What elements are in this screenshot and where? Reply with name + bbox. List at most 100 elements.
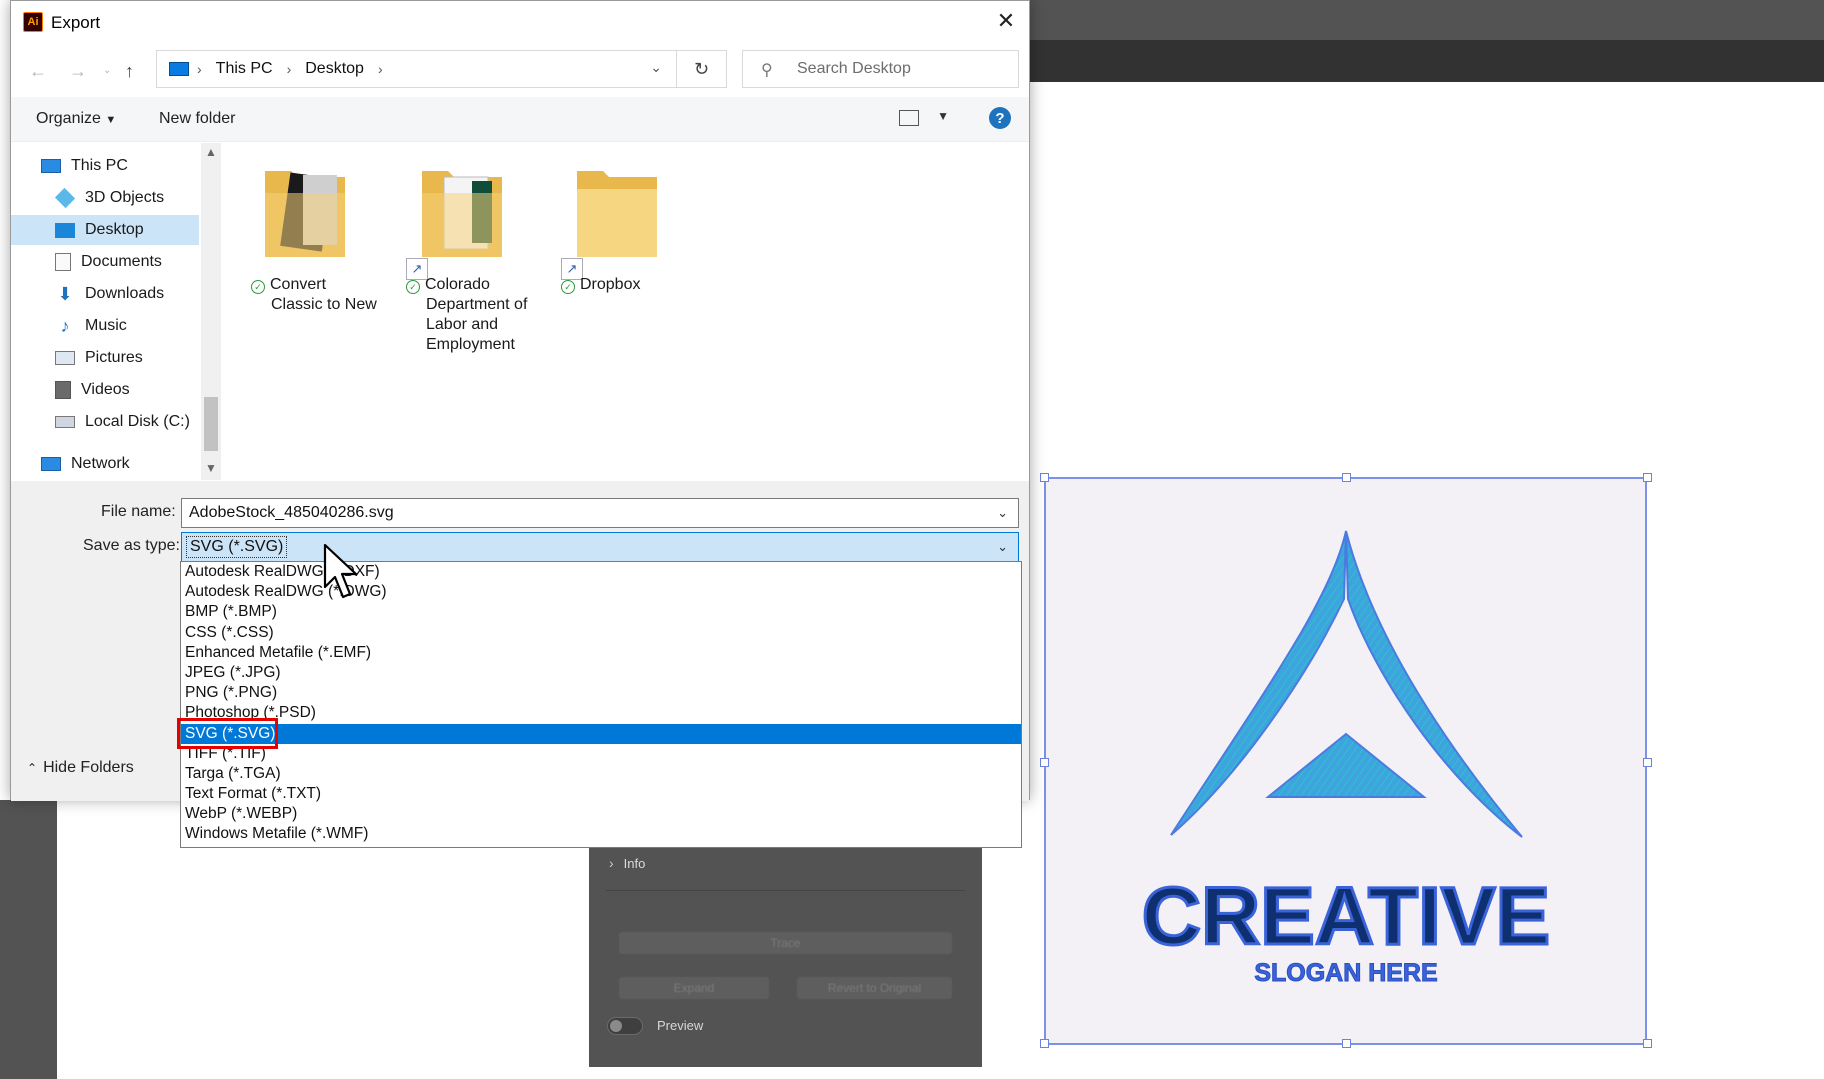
back-arrow-icon[interactable]: ← (29, 61, 47, 82)
illustrator-toolbar (0, 800, 57, 1079)
resize-handle[interactable] (1040, 473, 1049, 482)
nav-item-pictures[interactable]: Pictures (11, 343, 199, 373)
save-type-option[interactable]: Photoshop (*.PSD) (181, 703, 1021, 723)
hide-folders-label: Hide Folders (43, 759, 134, 776)
mouse-cursor-icon (323, 543, 358, 599)
preview-label: Preview (657, 1018, 704, 1033)
nav-item-music[interactable]: ♪ Music (11, 311, 199, 341)
preview-toggle[interactable] (607, 1017, 643, 1035)
search-input[interactable]: ⚲ Search Desktop (742, 50, 1019, 88)
downloads-icon: ⬇ (57, 284, 73, 304)
save-type-option[interactable]: Targa (*.TGA) (181, 764, 1021, 784)
forward-arrow-icon[interactable]: → (69, 61, 87, 82)
nav-item-this-pc[interactable]: This PC (11, 151, 199, 181)
folder-icon (577, 171, 657, 257)
organize-label: Organize (36, 110, 101, 127)
chevron-down-icon[interactable]: ⌄ (997, 505, 1008, 521)
nav-item-3d-objects[interactable]: 3D Objects (11, 183, 199, 213)
folder-item[interactable]: ✓ Convert Classic to New (251, 163, 391, 313)
resize-handle[interactable] (1342, 1039, 1351, 1048)
folder-item[interactable]: ↗ ✓ Colorado Department of Labor and Employm… (406, 163, 546, 353)
save-type-select[interactable]: SVG (*.SVG) ⌄ (181, 532, 1019, 562)
file-name-label: File name: (101, 503, 176, 520)
nav-label: Documents (81, 253, 162, 270)
search-icon: ⚲ (761, 62, 773, 79)
save-type-option[interactable]: Enhanced Metafile (*.EMF) (181, 643, 1021, 663)
breadcrumb-this-pc[interactable]: This PC (216, 60, 273, 78)
nav-item-desktop[interactable]: Desktop (11, 215, 199, 245)
save-type-option[interactable]: TIFF (*.TIF) (181, 744, 1021, 764)
nav-label: Videos (81, 381, 130, 398)
network-icon (41, 457, 61, 471)
navigation-pane: This PC 3D Objects Desktop Documents ⬇ D… (11, 143, 221, 480)
breadcrumb-desktop[interactable]: Desktop (305, 60, 364, 78)
scrollbar-thumb[interactable] (204, 397, 218, 451)
nav-label: Downloads (85, 285, 165, 302)
nav-label: Network (71, 455, 130, 472)
info-section-header[interactable]: › Info (609, 855, 645, 871)
nav-item-downloads[interactable]: ⬇ Downloads (11, 279, 199, 309)
save-type-option[interactable]: Autodesk RealDWG (*.DXF) (181, 562, 1021, 582)
nav-label: 3D Objects (85, 189, 165, 206)
organize-button[interactable]: Organize ▼ (36, 110, 116, 128)
logo-artwork: CREATIVE SLOGAN HERE (1140, 530, 1552, 988)
nav-scrollbar[interactable]: ▲ ▼ (201, 143, 221, 480)
folder-item[interactable]: ↗ ✓ Dropbox (561, 163, 701, 313)
illustrator-control-bar (1030, 40, 1824, 82)
save-type-option[interactable]: WebP (*.WEBP) (181, 804, 1021, 824)
videos-icon (55, 381, 71, 399)
nav-item-network[interactable]: Network (11, 449, 199, 479)
nav-item-local-disk[interactable]: Local Disk (C:) (11, 407, 199, 437)
nav-label: This PC (71, 157, 128, 174)
trace-button[interactable]: Trace (619, 932, 952, 954)
save-type-option[interactable]: SVG (*.SVG) (181, 723, 1021, 744)
caret-down-icon[interactable]: ▼ (937, 109, 949, 123)
save-type-option[interactable]: PNG (*.PNG) (181, 683, 1021, 703)
nav-label: Music (85, 317, 127, 334)
chevron-down-icon[interactable]: ⌄ (650, 59, 662, 76)
file-name-input[interactable]: AdobeStock_485040286.svg ⌄ (181, 498, 1019, 528)
refresh-button[interactable]: ↻ (676, 51, 726, 87)
nav-item-documents[interactable]: Documents (11, 247, 199, 277)
up-arrow-icon[interactable]: ↑ (125, 61, 134, 82)
panel-divider (606, 890, 965, 891)
expand-button[interactable]: Expand (619, 977, 769, 999)
new-folder-button[interactable]: New folder (159, 110, 235, 128)
close-button[interactable]: ✕ (983, 1, 1029, 41)
logo-title: CREATIVE (1142, 871, 1551, 962)
chevron-down-icon[interactable]: ▼ (205, 461, 217, 475)
resize-handle[interactable] (1040, 1039, 1049, 1048)
address-bar[interactable]: › This PC › Desktop › ⌄ ↻ (156, 50, 727, 88)
pictures-icon (55, 351, 75, 365)
navigation-bar: ← → ⌄ ↑ › This PC › Desktop › ⌄ ↻ ⚲ Sear… (11, 43, 1029, 95)
selected-artwork[interactable]: CREATIVE SLOGAN HERE (1040, 473, 1652, 1048)
chevron-up-icon[interactable]: ▲ (205, 145, 217, 159)
save-type-option[interactable]: Windows Metafile (*.WMF) (181, 824, 1021, 844)
view-options-icon[interactable] (899, 110, 919, 126)
save-type-option[interactable]: Autodesk RealDWG (*.DWG) (181, 582, 1021, 602)
hide-folders-button[interactable]: ⌃ Hide Folders (27, 759, 134, 777)
folder-label: ✓ Dropbox (561, 275, 640, 295)
resize-handle[interactable] (1040, 758, 1049, 767)
save-type-value: SVG (*.SVG) (186, 536, 288, 558)
save-type-option[interactable]: CSS (*.CSS) (181, 623, 1021, 643)
chevron-right-icon: › (286, 61, 292, 77)
nav-item-videos[interactable]: Videos (11, 375, 199, 405)
save-type-option[interactable]: BMP (*.BMP) (181, 602, 1021, 622)
resize-handle[interactable] (1342, 473, 1351, 482)
save-type-option[interactable]: JPEG (*.JPG) (181, 663, 1021, 683)
chevron-down-icon[interactable]: ⌄ (997, 539, 1008, 555)
illustrator-app-icon: Ai (23, 12, 43, 32)
resize-handle[interactable] (1643, 1039, 1652, 1048)
this-pc-icon (169, 62, 189, 76)
caret-down-icon: ▼ (105, 114, 117, 126)
resize-handle[interactable] (1643, 758, 1652, 767)
help-icon[interactable]: ? (989, 107, 1011, 129)
dialog-title: Export (51, 13, 101, 32)
disk-icon (55, 416, 75, 428)
sync-status-icon: ✓ (251, 280, 265, 294)
save-type-option[interactable]: Text Format (*.TXT) (181, 784, 1021, 804)
revert-button[interactable]: Revert to Original (797, 977, 952, 999)
resize-handle[interactable] (1643, 473, 1652, 482)
recent-locations-icon[interactable]: ⌄ (103, 65, 111, 76)
